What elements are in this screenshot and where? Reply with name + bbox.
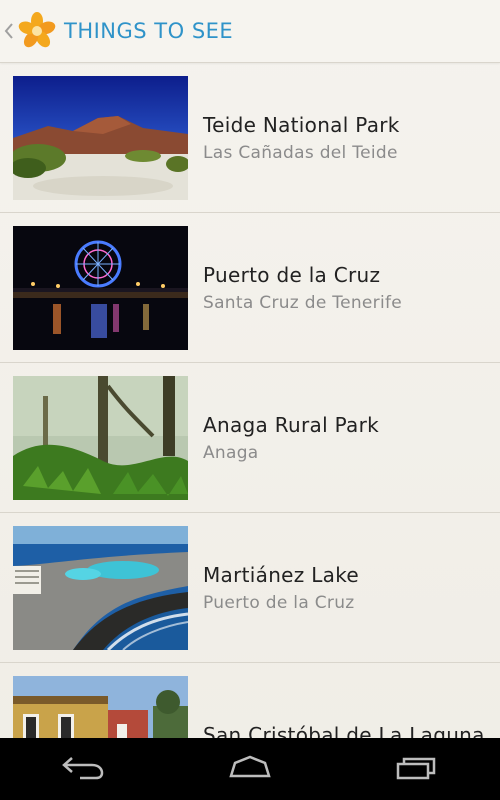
back-button[interactable] xyxy=(43,744,123,794)
list-item-texts: Teide National Park Las Cañadas del Teid… xyxy=(203,113,400,163)
action-bar: THINGS TO SEE xyxy=(0,0,500,63)
page-title: THINGS TO SEE xyxy=(64,19,234,43)
up-navigation-button[interactable] xyxy=(0,0,56,62)
list-item-subtitle: Puerto de la Cruz xyxy=(203,592,355,613)
list-item-texts: San Cristóbal de La Laguna xyxy=(203,723,485,739)
list-item-subtitle: Santa Cruz de Tenerife xyxy=(203,292,403,313)
list-item-subtitle: Las Cañadas del Teide xyxy=(203,142,398,163)
martianez-lake-thumbnail xyxy=(13,525,188,650)
list-item-subtitle: Anaga xyxy=(203,442,259,463)
recent-apps-icon xyxy=(394,754,440,784)
list-item-title: San Cristóbal de La Laguna xyxy=(203,722,485,739)
list-item[interactable]: Teide National Park Las Cañadas del Teid… xyxy=(0,63,500,213)
list-item-title: Anaga Rural Park xyxy=(203,412,380,437)
flower-logo-icon xyxy=(18,12,56,50)
recent-apps-button[interactable] xyxy=(377,744,457,794)
places-list[interactable]: Teide National Park Las Cañadas del Teid… xyxy=(0,63,500,738)
list-item-title: Martiánez Lake xyxy=(203,562,359,587)
list-item-title: Puerto de la Cruz xyxy=(203,262,381,287)
puerto-de-la-cruz-thumbnail xyxy=(13,225,188,350)
list-item-texts: Puerto de la Cruz Santa Cruz de Tenerife xyxy=(203,263,402,313)
screen: THINGS TO SEE Teide National Park Las Ca… xyxy=(0,0,500,800)
list-item-texts: Anaga Rural Park Anaga xyxy=(203,413,379,463)
home-button[interactable] xyxy=(210,744,290,794)
home-icon xyxy=(227,754,273,784)
back-arrow-icon xyxy=(60,754,106,784)
list-item[interactable]: Martiánez Lake Puerto de la Cruz xyxy=(0,513,500,663)
list-item[interactable]: Puerto de la Cruz Santa Cruz de Tenerife xyxy=(0,213,500,363)
list-item[interactable]: San Cristóbal de La Laguna xyxy=(0,663,500,738)
la-laguna-thumbnail xyxy=(13,675,188,738)
system-nav-bar xyxy=(0,738,500,800)
list-item[interactable]: Anaga Rural Park Anaga xyxy=(0,363,500,513)
list-item-texts: Martiánez Lake Puerto de la Cruz xyxy=(203,563,359,613)
anaga-thumbnail xyxy=(13,375,188,500)
chevron-left-icon xyxy=(4,21,14,41)
teide-thumbnail xyxy=(13,75,188,200)
list-item-title: Teide National Park xyxy=(203,112,400,137)
